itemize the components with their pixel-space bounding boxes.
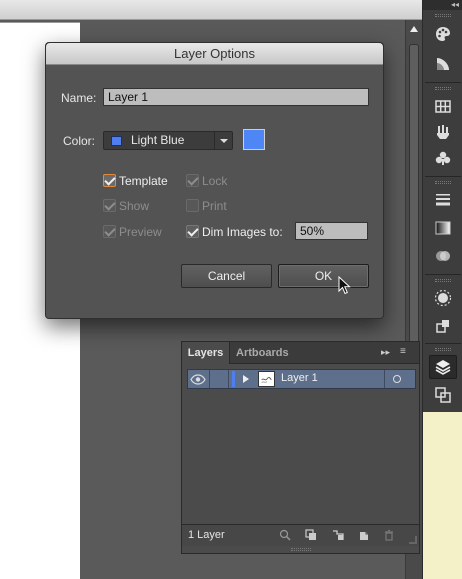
lock-label: Lock (202, 174, 228, 188)
new-layer-icon[interactable] (358, 529, 370, 541)
swatches-icon[interactable] (429, 94, 457, 118)
new-sublayer-icon[interactable] (332, 529, 344, 541)
layer-options-dialog: Layer Options Name: Layer 1 Color: Light… (45, 42, 384, 319)
preview-label: Preview (119, 225, 162, 239)
color-dropdown-value: Light Blue (131, 133, 185, 147)
expand-layer-triangle-icon[interactable] (243, 375, 249, 383)
panel-grip[interactable] (291, 548, 311, 551)
gradient-icon[interactable] (429, 216, 457, 240)
dialog-title[interactable]: Layer Options (46, 43, 383, 65)
symbols-icon[interactable] (429, 146, 457, 170)
dock-grip[interactable] (435, 348, 451, 351)
dropdown-toggle[interactable] (214, 132, 232, 149)
appearance-icon[interactable] (429, 286, 457, 310)
locate-object-icon[interactable] (279, 529, 291, 541)
color-icon[interactable] (429, 22, 457, 46)
show-label: Show (119, 199, 150, 213)
stroke-icon[interactable] (429, 188, 457, 212)
dock-grip[interactable] (435, 181, 451, 184)
color-swatch-button[interactable] (243, 129, 265, 150)
cancel-button[interactable]: Cancel (181, 264, 272, 288)
template-label: Template (119, 174, 168, 188)
dock-divider (425, 82, 461, 83)
layer-count: 1 Layer (188, 529, 225, 541)
tab-artboards[interactable]: Artboards (236, 342, 289, 364)
dock-grip[interactable] (435, 14, 451, 17)
target-column[interactable] (384, 370, 416, 388)
delete-trash-icon[interactable] (383, 529, 395, 541)
color-chip-icon (111, 136, 122, 146)
color-label: Color: (63, 134, 96, 148)
show-checkbox[interactable] (103, 199, 116, 212)
canvas-background-strip (423, 412, 462, 579)
target-circle-icon[interactable] (393, 375, 401, 383)
document-tab-bar (0, 0, 422, 20)
name-field[interactable]: Layer 1 (103, 88, 369, 106)
panel-resize-handle[interactable] (409, 536, 417, 544)
color-dropdown[interactable]: Light Blue (103, 131, 233, 150)
lock-toggle[interactable] (209, 370, 229, 388)
collapse-dock-icon[interactable]: ◂◂ (423, 0, 462, 10)
layers-panel: Layers Artboards ▸▸ ≡ Layer 1 1 Layer (181, 341, 420, 554)
name-label: Name: (61, 91, 97, 105)
expand-panel-icon[interactable]: ▸▸ (381, 347, 390, 358)
print-label: Print (202, 199, 227, 213)
dock-divider (425, 274, 461, 275)
panel-menu-icon[interactable]: ≡ (400, 346, 406, 357)
print-checkbox[interactable] (186, 199, 199, 212)
layers-icon[interactable] (429, 355, 457, 379)
scrollbar-thumb[interactable] (409, 44, 419, 354)
dim-images-checkbox[interactable] (186, 225, 199, 238)
tab-layers[interactable]: Layers (182, 342, 230, 364)
layer-color-indicator (232, 371, 235, 387)
dock-grip[interactable] (435, 87, 451, 90)
preview-checkbox[interactable] (103, 225, 116, 238)
dock-grip[interactable] (435, 279, 451, 282)
ok-button[interactable]: OK (278, 264, 369, 288)
dim-images-field[interactable]: 50% (295, 222, 368, 240)
transparency-icon[interactable] (429, 244, 457, 268)
layer-row[interactable]: Layer 1 (187, 369, 416, 389)
visibility-eye-icon[interactable] (190, 372, 206, 387)
mouse-pointer-icon (338, 276, 351, 295)
brushes-icon[interactable] (429, 120, 457, 144)
scroll-up-arrow-icon[interactable] (410, 26, 418, 32)
chevron-down-icon (220, 139, 228, 143)
graphic-styles-icon[interactable] (429, 314, 457, 338)
dim-images-label: Dim Images to: (202, 225, 283, 239)
lock-checkbox[interactable] (186, 174, 199, 187)
dock-divider (425, 176, 461, 177)
layer-name[interactable]: Layer 1 (281, 372, 318, 384)
clipping-mask-icon[interactable] (305, 529, 317, 541)
dock-divider (425, 343, 461, 344)
artboards-icon[interactable] (429, 383, 457, 407)
layers-panel-header: Layers Artboards ▸▸ ≡ (182, 342, 419, 364)
layers-panel-footer: 1 Layer (182, 524, 419, 546)
template-checkbox[interactable] (103, 174, 116, 187)
layer-thumbnail (258, 371, 275, 387)
color-guide-icon[interactable] (429, 52, 457, 76)
